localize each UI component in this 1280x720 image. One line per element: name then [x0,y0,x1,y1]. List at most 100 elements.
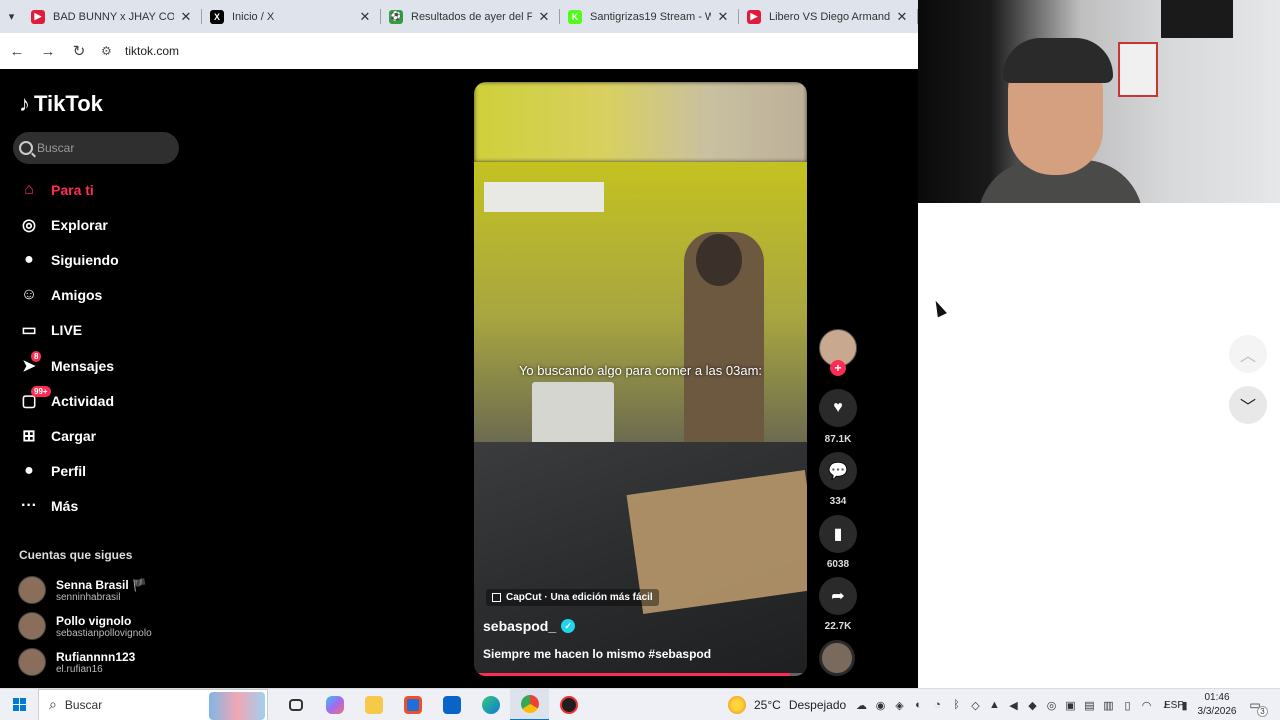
browser-tab[interactable]: ▶ Libero VS Diego Armando M ✕ [739,0,918,33]
battery-icon[interactable]: ▯ [1121,698,1135,712]
discord-icon[interactable]: ◔ [931,698,945,712]
file-explorer-icon[interactable] [354,689,393,720]
language-indicator[interactable]: ESP [1164,689,1184,720]
display-icon[interactable]: ▥ [1102,698,1116,712]
tiktok-logo[interactable]: ♪ TikTok [19,91,103,117]
weather-temp: 25°C [754,698,781,712]
browser-tab[interactable]: ⚽ Resultados de ayer del Futbol ✕ [381,0,560,33]
sidebar-item-siguiendo[interactable]: ● Siguiendo [0,242,190,277]
tab-title: Resultados de ayer del Futbol [411,10,532,23]
wifi-icon[interactable]: ◠ [1140,698,1154,712]
task-view-icon[interactable] [276,689,315,720]
speaker-settings-icon[interactable]: ◀ [1007,698,1021,712]
usb-icon[interactable]: ▤ [1083,698,1097,712]
tab-search-dropdown-icon[interactable]: ▾ [0,0,23,33]
tab-favicon-icon: X [210,9,224,24]
scroll-up-chevron-icon[interactable]: ︿ [1229,335,1267,373]
sidebar-item-label: Mensajes [51,357,115,374]
following-username: senninhabrasil [56,591,121,603]
tab-close-icon[interactable]: ✕ [894,9,910,25]
taskbar-search-label: Buscar [64,697,103,712]
video-progress-fill [474,673,791,676]
taskbar-search[interactable]: ⌕ Buscar [38,688,268,720]
following-section-title: Cuentas que sigues [19,548,133,562]
capcut-tag[interactable]: CapCut · Una edición más fácil [486,589,659,606]
chrome-icon[interactable] [510,688,549,720]
sidebar-item-perfil[interactable]: ● Perfil [0,454,190,489]
tab-close-icon[interactable]: ✕ [536,9,552,25]
reload-icon[interactable]: ↻ [65,37,93,65]
following-account[interactable]: Senna Brasil 🏴 senninhabrasil [18,572,188,608]
copilot-icon[interactable] [315,689,354,720]
share-arrow-icon[interactable]: ➦ [819,577,857,615]
video-range-hood [484,182,604,212]
music-disc-avatar[interactable] [819,640,855,676]
video-overlay-caption: Yo buscando algo para comer a las 03am: [518,363,763,378]
video-player[interactable]: Yo buscando algo para comer a las 03am: … [474,82,807,676]
omnibox[interactable]: ⚙ tiktok.com [101,44,179,58]
search-box[interactable] [13,132,179,164]
webcam-person-cap [1003,38,1113,83]
browser-tab[interactable]: ▶ BAD BUNNY x JHAY CORTEZ ✕ [23,0,202,33]
avatar [18,648,46,676]
tab-close-icon[interactable]: ✕ [715,9,731,25]
tab-close-icon[interactable]: ✕ [357,9,373,25]
edge-icon[interactable] [471,689,510,720]
video-author[interactable]: sebaspod_ ✓ [483,618,576,634]
avatar [18,612,46,640]
weather-widget[interactable]: 25°C Despejado [728,689,846,720]
bookmark-icon[interactable]: ▮ [819,515,857,553]
webcam-pennant [1118,42,1158,97]
site-settings-icon[interactable]: ⚙ [101,44,117,58]
notifications-icon[interactable]: ▭ 3 [1246,696,1268,717]
sidebar-item-más[interactable]: ··· Más [0,489,190,524]
compass-icon: ◎ [22,216,36,234]
upload-icon: ⊞ [22,427,36,445]
scroll-down-chevron-icon[interactable]: ﹀ [1229,386,1267,424]
onedrive-icon[interactable]: ☁ [855,698,869,712]
clock[interactable]: 01:46 3/3/2026 [1193,691,1241,719]
sidebar-item-actividad[interactable]: ▢ 99+ Actividad [0,383,190,418]
video-person-head [696,234,742,286]
forward-arrow-icon[interactable]: → [34,37,62,65]
pinned-apps [276,688,588,720]
start-button[interactable] [0,689,38,720]
following-account[interactable]: Pollo vignolo sebastianpollovignolo [18,608,188,644]
defender-icon[interactable]: ▣ [1064,698,1078,712]
sidebar-item-amigos[interactable]: ☺ Amigos [0,278,190,313]
video-progress-bar[interactable] [474,673,807,676]
follow-plus-icon[interactable]: + [830,360,846,376]
back-arrow-icon[interactable]: ← [3,37,31,65]
sidebar-item-label: Perfil [51,463,87,480]
microsoft-store-icon[interactable] [393,689,432,720]
comment-bubble-icon[interactable]: 💬 [819,452,857,490]
tiktok-logo-text: TikTok [34,91,103,116]
sidebar-item-explorar[interactable]: ◎ Explorar [0,207,190,242]
tab-title: Inicio / X [232,10,275,23]
obs-icon[interactable] [549,689,588,720]
sidebar-item-cargar[interactable]: ⊞ Cargar [0,418,190,453]
main-nav: ⌂ Para ti ◎ Explorar ● Siguiendo ☺ Amigos ▭ LIVE ➤… [0,172,190,524]
bluetooth-icon[interactable]: ᛒ [950,698,964,712]
sidebar-item-label: Cargar [51,427,97,444]
outlook-icon[interactable] [432,689,471,720]
nvidia-icon[interactable]: ▲ [988,698,1002,712]
tab-favicon-icon: K [568,9,582,24]
sidebar-item-live[interactable]: ▭ LIVE [0,313,190,348]
color-app-icon[interactable]: ◆ [1026,698,1040,712]
nav-badge: 8 [31,350,42,362]
sidebar-item-para-ti[interactable]: ⌂ Para ti [0,172,190,207]
tab-close-icon[interactable]: ✕ [178,9,194,25]
app-tray-icon[interactable]: ◈ [893,698,907,712]
search-input[interactable] [37,141,167,155]
browser-tab[interactable]: X Inicio / X ✕ [202,0,381,33]
security-icon[interactable]: ◇ [969,698,983,712]
nav-badge: 99+ [31,385,51,397]
steam-icon[interactable]: ◐ [912,698,926,712]
following-account[interactable]: Rufiannnn123 el.rufian16 [18,644,188,680]
browser-tab[interactable]: K Santigrizas19 Stream - Watch ✕ [560,0,739,33]
obs-tray-icon[interactable]: ◎ [1045,698,1059,712]
sidebar-item-mensajes[interactable]: ➤ 8 Mensajes [0,348,190,383]
xbox-icon[interactable]: ◉ [874,698,888,712]
like-heart-icon[interactable]: ♥ [819,389,857,427]
